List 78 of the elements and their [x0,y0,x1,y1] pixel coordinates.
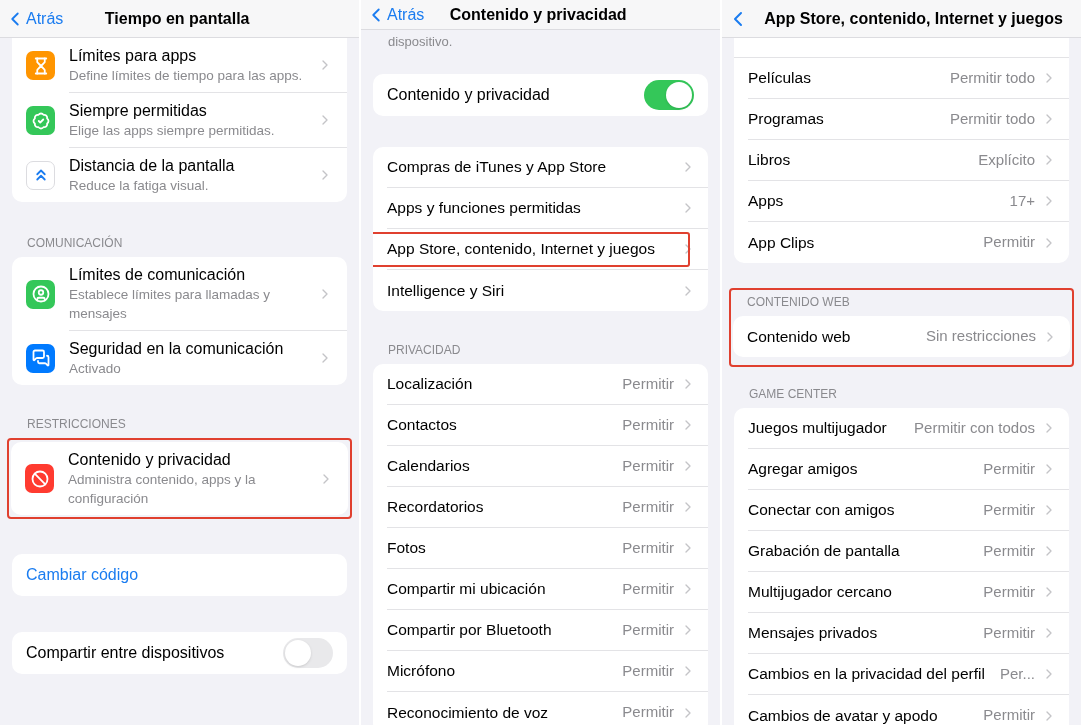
row-value: 17+ [1009,190,1035,211]
row-label[interactable]: Agregar amigos [748,457,978,481]
back-button[interactable]: Atrás [365,2,425,27]
row-title: Seguridad en la comunicación [69,339,285,359]
row-label[interactable]: Compartir mi ubicación [387,577,617,601]
row-subtitle: Define límites de tiempo para las apps. [69,67,304,85]
row-value: Permitir [622,619,674,640]
row-value: Permitir todo [949,67,1035,88]
row-value: Permitir [983,499,1035,520]
section-header: CONTENIDO WEB [746,295,851,309]
row-label[interactable]: Compartir por Bluetooth [387,618,617,642]
footnote-text: dispositivo. [387,33,454,51]
row-value: Permitir [983,540,1035,561]
row-subtitle: Elige las apps siempre permitidas. [69,122,276,140]
row-label: Contenido y privacidad [387,85,551,105]
screen-title: Tiempo en pantalla [104,8,250,29]
row-value: Permitir [622,537,674,558]
row-label[interactable]: Contenido web [747,324,920,349]
row-value: Permitir [983,622,1035,643]
row-label[interactable]: Compras de iTunes y App Store [387,155,674,179]
row-label[interactable]: Juegos multijugador [748,416,909,440]
row-title: Límites para apps [69,46,198,66]
section-header: PRIVACIDAD [387,343,462,357]
row-label[interactable]: Calendarios [387,454,617,478]
toggle-switch[interactable] [644,80,694,110]
row-label[interactable]: Apps [748,189,1004,213]
row-value: Permitir [983,232,1035,253]
section-header: GAME CENTER [748,387,838,401]
back-button[interactable]: Atrás [4,6,64,31]
row-label[interactable]: Cambios de avatar y apodo [748,703,978,725]
row-label[interactable]: Micrófono [387,659,617,683]
row-value: Permitir con todos [914,417,1035,438]
row-subtitle: Administra contenido, apps y la configuración [68,471,257,508]
row-label[interactable]: Intelligence y Siri [387,278,674,303]
row-label[interactable]: App Store, contenido, Internet y juegos [387,237,674,261]
row-label[interactable]: Libros [748,148,973,172]
row-label[interactable]: Localización [387,372,617,396]
row-value: Permitir [622,455,674,476]
row-value: Permitir [622,496,674,517]
row-label[interactable]: Programas [748,107,944,131]
screen-title: App Store, contenido, Internet y juegos [764,8,1063,29]
row-value: Permitir [622,702,674,723]
row-label[interactable]: Cambios en la privacidad del perfil [748,662,994,686]
screen-title: Contenido y privacidad [449,4,627,25]
row-value: Per... [999,663,1035,684]
row-value: Permitir [622,578,674,599]
row-title: Siempre permitidas [69,101,208,121]
row-label[interactable]: Apps y funciones permitidas [387,196,674,220]
row-value: Sin restricciones [925,326,1036,347]
row-title: Contenido y privacidad [68,450,232,470]
row-label[interactable]: Conectar con amigos [748,498,978,522]
row-subtitle: Establece límites para llamadas y mensajes [69,286,272,323]
row-value: Permitir [622,373,674,394]
row-value: Permitir [983,458,1035,479]
row-label[interactable]: Recordatorios [387,495,617,519]
row-subtitle: Activado [69,360,122,378]
row-value: Permitir [622,414,674,435]
row-value: Permitir [983,581,1035,602]
row-title: Distancia de la pantalla [69,156,236,176]
row-label[interactable]: Películas [748,66,944,90]
row-label[interactable]: Fotos [387,536,617,560]
section-header: COMUNICACIÓN [26,236,124,250]
section-header: RESTRICCIONES [26,417,127,431]
row-label[interactable]: Contactos [387,413,617,437]
row-label[interactable]: Reconocimiento de voz [387,700,617,725]
row-value: Permitir [622,660,674,681]
row-value: Explícito [978,149,1035,170]
row-label[interactable]: App Clips [748,230,978,255]
change-code-link[interactable]: Cambiar código [26,563,139,587]
row-label[interactable]: Multijugador cercano [748,580,978,604]
row-value: Permitir todo [949,108,1035,129]
row-label[interactable]: Grabación de pantalla [748,539,978,563]
row-subtitle: Reduce la fatiga visual. [69,177,210,195]
row-value: Permitir [983,705,1035,725]
toggle-switch[interactable] [283,638,333,668]
row-title: Límites de comunicación [69,265,247,285]
row-label[interactable]: Mensajes privados [748,621,978,645]
row-label: Compartir entre dispositivos [26,643,226,663]
